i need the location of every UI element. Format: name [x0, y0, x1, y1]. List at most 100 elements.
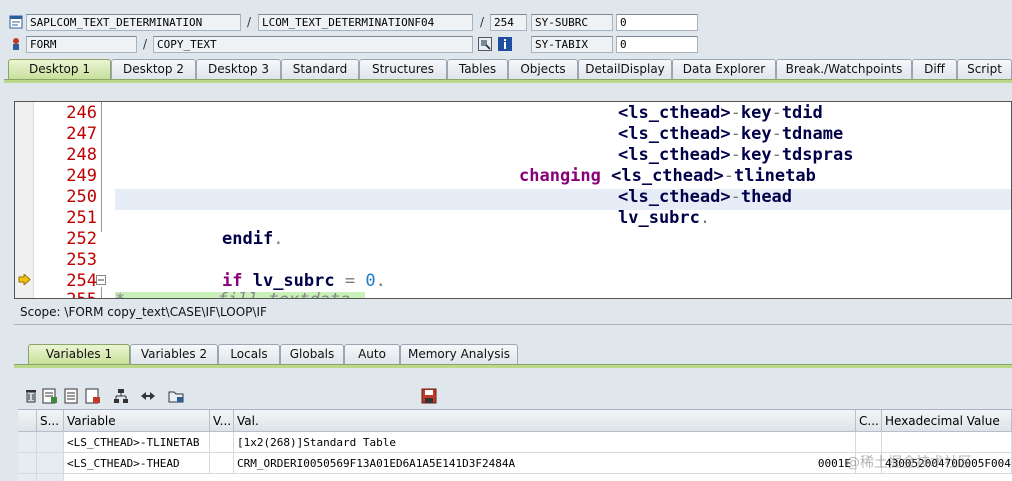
tab-globals[interactable]: Globals [280, 344, 344, 364]
watermark: @稀土掘金技术社区 [846, 455, 972, 471]
code-line-249: changing <ls_cthead>-tlinetab [519, 166, 816, 187]
tab-script[interactable]: Script [957, 59, 1012, 79]
code-token: <ls_cthead> [618, 124, 731, 144]
table-cell [37, 453, 64, 474]
sy-subrc-label: SY-SUBRC [531, 14, 613, 31]
tab-standard[interactable]: Standard [281, 59, 359, 79]
sy-tabix-label: SY-TABIX [531, 36, 613, 53]
hex-cell [882, 432, 1012, 453]
code-token: - [771, 145, 782, 165]
code-token: <ls_cthead> [618, 145, 731, 165]
line-number: 253 [66, 250, 97, 270]
tab-desktop-1[interactable]: Desktop 1 [8, 59, 111, 79]
fold-line [101, 287, 102, 298]
value-cell[interactable]: CRM_ORDERI0050569F13A01ED6A1A5E141D3F248… [234, 453, 830, 474]
list-icon[interactable] [64, 388, 80, 404]
execution-arrow-icon [18, 274, 31, 285]
line-number: 249 [66, 166, 97, 186]
code-token: <ls_cthead> [618, 187, 731, 207]
export-icon[interactable] [85, 388, 101, 404]
code-line-250: <ls_cthead>-thead [618, 187, 792, 208]
tab-diff[interactable]: Diff [912, 59, 957, 79]
code-token: key [740, 124, 772, 144]
code-token: lv_subrc [618, 208, 700, 228]
line-number: 247 [66, 124, 97, 144]
code-token: . [273, 229, 284, 249]
code-token: <ls_cthead> [618, 103, 731, 123]
details-icon[interactable] [42, 388, 58, 404]
delete-icon[interactable] [23, 388, 39, 404]
tab-variables-2[interactable]: Variables 2 [130, 344, 218, 364]
column-header-hex[interactable]: Hexadecimal Value [882, 410, 1012, 432]
code-token: . [375, 271, 386, 291]
variable-cell[interactable]: <LS_CTHEAD>-TLINETAB [64, 432, 210, 453]
code-token: changing [519, 166, 612, 186]
separator: / [143, 37, 148, 51]
line-number: 252 [66, 229, 97, 249]
line-number: 246 [66, 103, 97, 123]
tab-data-explorer[interactable]: Data Explorer [672, 59, 776, 79]
code-token: 0 [365, 271, 376, 291]
tab-desktop-3[interactable]: Desktop 3 [196, 59, 281, 79]
table-cell [37, 432, 64, 453]
tab-variables-1[interactable]: Variables 1 [28, 344, 130, 364]
code-token: - [730, 145, 741, 165]
tab-desktop-2[interactable]: Desktop 2 [111, 59, 196, 79]
tab-objects[interactable]: Objects [508, 59, 578, 79]
tab-locals[interactable]: Locals [218, 344, 280, 364]
row-selector[interactable] [18, 432, 37, 453]
program-icon [9, 15, 23, 29]
sy-subrc-value[interactable]: 0 [616, 14, 698, 31]
sy-tabix-value[interactable]: 0 [616, 36, 698, 53]
value-cell[interactable]: [1x2(268)]Standard Table [234, 432, 856, 453]
code-token: . [699, 208, 711, 228]
line-number: 255 [33, 290, 97, 298]
code-token: = [344, 271, 366, 291]
code-token: lv_subrc [252, 271, 345, 291]
hierarchy-icon[interactable] [113, 388, 129, 404]
collapse-icon[interactable] [96, 275, 106, 285]
tab-break-watchpoints[interactable]: Break./Watchpoints [776, 59, 912, 79]
breakpoint-gutter[interactable] [15, 102, 34, 298]
column-header-s[interactable]: S... [37, 410, 64, 432]
variable-cell[interactable]: <LS_CTHEAD>-THEAD [64, 453, 210, 474]
tab-memory-analysis[interactable]: Memory Analysis [400, 344, 518, 364]
column-header-variable[interactable]: Variable [64, 410, 210, 432]
code-token: - [771, 124, 782, 144]
column-header-c[interactable]: C... [856, 410, 882, 432]
code-token: fill textdata [217, 290, 350, 298]
code-token: <ls_cthead> [611, 166, 724, 186]
source-editor[interactable]: 246 247 248 249 250 251 252 253 254 255 … [14, 101, 1012, 299]
tab-tables[interactable]: Tables [447, 59, 508, 79]
separator: / [480, 15, 485, 29]
tab-structures[interactable]: Structures [359, 59, 447, 79]
navigate-arrows-icon[interactable] [140, 388, 156, 404]
line-number: 254 [66, 271, 97, 291]
code-token: - [730, 103, 741, 123]
include-field[interactable]: LCOM_TEXT_DETERMINATIONF04 [258, 14, 473, 31]
line-number-field[interactable]: 254 [490, 14, 527, 31]
divider [14, 324, 1012, 325]
column-header-value[interactable]: Val. [234, 410, 856, 432]
code-token: thead [740, 187, 793, 207]
column-header-v[interactable]: V... [210, 410, 234, 432]
info-icon[interactable] [498, 37, 512, 51]
event-name-field[interactable]: COPY_TEXT [153, 36, 473, 53]
save-icon[interactable] [421, 388, 437, 404]
code-token: - [730, 124, 741, 144]
current-line-highlight [115, 189, 1011, 210]
fold-line [101, 102, 102, 232]
code-line-255: * fill textdata [115, 290, 350, 298]
navigate-icon[interactable] [478, 37, 492, 51]
column-header-select[interactable] [18, 410, 37, 432]
row-selector[interactable] [18, 453, 37, 474]
form-icon [13, 38, 19, 50]
program-field[interactable]: SAPLCOM_TEXT_DETERMINATION [26, 14, 241, 31]
tab-auto[interactable]: Auto [344, 344, 400, 364]
tab-detaildisplay[interactable]: DetailDisplay [578, 59, 672, 79]
code-token: - [771, 103, 782, 123]
event-type-field[interactable]: FORM [26, 36, 137, 53]
code-token: tdspras [781, 145, 854, 165]
code-token: tlinetab [733, 166, 816, 186]
folder-icon[interactable] [168, 388, 184, 404]
